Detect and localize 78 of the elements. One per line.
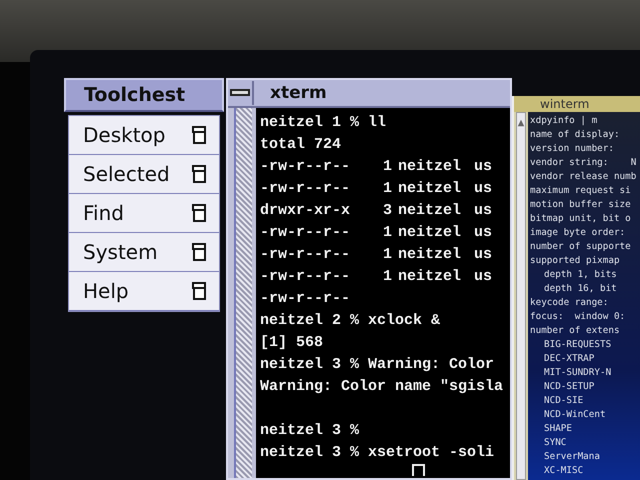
listing-field: us (474, 200, 510, 222)
menu-item[interactable]: Find (69, 194, 219, 233)
listing-field: us (474, 222, 510, 244)
terminal-line: NCD-WinCent (543, 408, 606, 422)
terminal-line: NCD-SIE (543, 394, 584, 408)
listing-field: us (474, 266, 510, 288)
window-title: winterm (540, 97, 590, 111)
minus-icon (230, 89, 250, 97)
terminal-line: neitzel 3 % xsetroot -soli (260, 443, 496, 463)
listing-field: -rw-r--r-- (260, 222, 370, 244)
terminal-line: motion buffer size (530, 198, 631, 212)
listing-field: drwxr-xr-x (260, 200, 370, 222)
listing-field: neitzel (398, 266, 474, 288)
drawer-icon (191, 164, 207, 184)
listing-field: neitzel (398, 156, 474, 178)
terminal-line: xdpyinfo | m (530, 114, 598, 128)
listing-field: us (474, 244, 510, 266)
listing-field: neitzel (398, 222, 474, 244)
terminal-line: [1] 568 (260, 333, 324, 353)
terminal-line: supported pixmap (530, 254, 620, 268)
terminal-line: keycode range: (530, 296, 608, 310)
terminal-line: DEC-XTRAP (543, 352, 594, 366)
terminal-line: NCD-SETUP (543, 380, 594, 394)
listing-field: neitzel (398, 178, 474, 200)
terminal-line: maximum request si (530, 184, 631, 198)
listing-field: 1 (370, 222, 398, 244)
window-title: xterm (270, 83, 327, 103)
terminal-line: SYNC (543, 436, 566, 450)
listing-field: 1 (370, 266, 398, 288)
terminal-line: neitzel 3 % (260, 421, 360, 441)
terminal-line: Warning: Color name "sgisla (260, 377, 504, 397)
terminal-line: name of display: (530, 128, 620, 142)
menu-title: Toolchest (64, 78, 224, 112)
drawer-icon (191, 281, 207, 301)
terminal-line: version number: (530, 142, 614, 156)
scroll-bar[interactable] (516, 112, 526, 480)
terminal-line: depth 16, bit (543, 282, 617, 296)
text-cursor (412, 464, 425, 476)
terminal-line: neitzel 3 % Warning: Color (260, 355, 496, 375)
window-menu-button[interactable] (228, 81, 254, 105)
menu-item[interactable]: Help (69, 272, 219, 311)
drawer-icon (191, 203, 207, 223)
listing-field: -rw-r--r-- (260, 156, 370, 178)
listing-field: neitzel (398, 200, 474, 222)
terminal-line: number of extens (530, 324, 620, 338)
terminal-line: vendor string: N (530, 156, 636, 170)
terminal-line: focus: window 0: (530, 310, 626, 324)
listing-field: -rw-r--r-- (260, 244, 370, 266)
scroll-bar[interactable] (234, 108, 252, 478)
listing-field: neitzel (398, 244, 474, 266)
listing-field: 1 (370, 244, 398, 266)
terminal-line: neitzel 2 % xclock & (260, 311, 442, 331)
terminal-line: image byte order: (530, 226, 626, 240)
terminal-line: neitzel 1 % ll (260, 113, 388, 133)
drawer-icon (191, 125, 207, 145)
listing-field: us (474, 178, 510, 200)
terminal-line: bitmap unit, bit o (530, 212, 631, 226)
terminal-line: vendor release numb (530, 170, 636, 184)
menu-item[interactable]: Desktop (69, 116, 219, 155)
listing-field: 3 (370, 200, 398, 222)
terminal-line: depth 1, bits (543, 268, 617, 282)
terminal-line: MIT-SUNDRY-N (543, 366, 612, 380)
drawer-icon (191, 242, 207, 262)
terminal-line: SHAPE (543, 422, 572, 436)
up-arrow-icon (517, 118, 525, 128)
terminal-line: total 724 (260, 135, 342, 155)
listing-field: -rw-r--r-- (260, 288, 370, 310)
listing-field: 1 (370, 156, 398, 178)
listing-field: us (474, 156, 510, 178)
listing-field: -rw-r--r-- (260, 266, 370, 288)
listing-field: 1 (370, 178, 398, 200)
menu-item[interactable]: Selected (69, 155, 219, 194)
menu-item[interactable]: System (69, 233, 219, 272)
terminal-line: number of supporte (530, 240, 631, 254)
terminal-line: XC-MISC (543, 464, 584, 478)
listing-field: -rw-r--r-- (260, 178, 370, 200)
terminal-line: ServerMana (543, 450, 600, 464)
terminal-line: BIG-REQUESTS (543, 338, 612, 352)
